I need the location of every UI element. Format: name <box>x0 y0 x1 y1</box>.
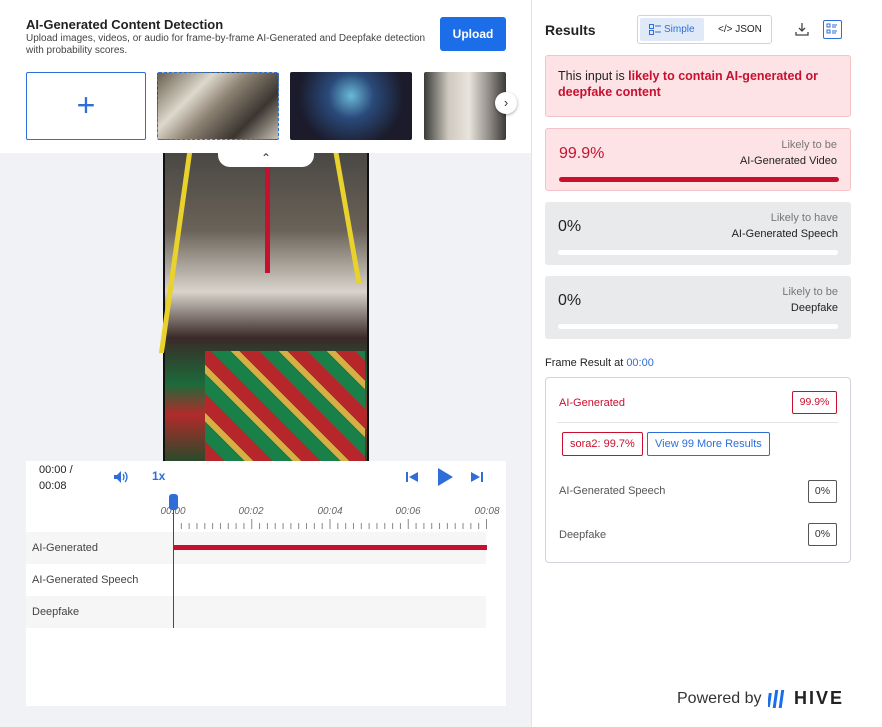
view-more-results-button[interactable]: View 99 More Results <box>647 432 770 456</box>
score-value: 0% <box>558 218 582 235</box>
media-thumbnail-selected[interactable] <box>157 72 279 140</box>
frame-result-title: Frame Result at 00:00 <box>545 357 654 369</box>
score-category: Deepfake <box>790 302 838 314</box>
download-icon[interactable] <box>795 22 809 36</box>
frame-deepfake-score: 0% <box>808 523 837 546</box>
frame-ai-score: 99.9% <box>792 391 837 414</box>
media-thumbnail[interactable] <box>290 72 412 140</box>
score-bar-track <box>558 324 838 329</box>
score-card-ai-video: 99.9% Likely to be AI-Generated Video <box>545 128 851 191</box>
page-subtitle: Upload images, videos, or audio for fram… <box>26 33 426 56</box>
time-readout: 00:00 / 00:08 <box>39 462 73 494</box>
add-media-tile[interactable]: + <box>26 72 146 140</box>
ai-generated-track-bar <box>173 545 487 550</box>
score-category: AI-Generated Speech <box>731 228 838 240</box>
chevron-up-icon[interactable]: ⌃ <box>218 151 314 167</box>
hive-logo: HIVE <box>768 688 846 710</box>
chevron-right-icon[interactable]: › <box>495 92 517 114</box>
score-caption: Likely to be <box>782 286 838 298</box>
track-label-deepfake: Deepfake <box>32 606 80 618</box>
score-bar-fill <box>559 177 839 182</box>
frame-divider <box>557 422 838 423</box>
list-icon <box>649 24 661 35</box>
track-label-ai-speech: AI-Generated Speech <box>32 574 139 586</box>
results-title: Results <box>545 22 596 38</box>
skip-forward-icon[interactable] <box>470 470 484 484</box>
score-value: 99.9% <box>559 145 605 162</box>
frame-time[interactable]: 00:00 <box>626 357 654 369</box>
track-label-ai-generated: AI-Generated <box>32 542 99 554</box>
hive-logo-mark <box>768 690 785 708</box>
frame-deepfake-label: Deepfake <box>559 529 607 541</box>
hive-brand-text: HIVE <box>794 688 845 708</box>
volume-icon[interactable] <box>113 470 129 484</box>
powered-by-text: Powered by <box>677 690 762 707</box>
model-score-chip: sora2: 99.7% <box>562 432 643 456</box>
score-category: AI-Generated Video <box>739 155 837 167</box>
frame-ai-label: AI-Generated <box>559 397 626 409</box>
score-value: 0% <box>558 292 582 309</box>
score-bar-track <box>559 177 839 182</box>
verdict-alert: This input is likely to contain AI-gener… <box>545 55 851 117</box>
video-detail <box>265 153 270 273</box>
score-caption: Likely to have <box>770 212 838 224</box>
timeline-ruler[interactable] <box>173 505 487 529</box>
verdict-prefix: This input is <box>558 69 629 83</box>
pane-divider <box>531 0 532 727</box>
current-time: 00:00 / <box>39 464 73 476</box>
score-card-deepfake: 0% Likely to be Deepfake <box>545 276 851 339</box>
frame-speech-label: AI-Generated Speech <box>559 485 666 497</box>
score-bar-track <box>558 250 838 255</box>
playback-speed[interactable]: 1x <box>152 469 165 483</box>
video-detail <box>205 351 365 461</box>
view-json-tab[interactable]: </> JSON <box>718 18 762 41</box>
total-time: 00:08 <box>39 480 67 492</box>
score-caption: Likely to be <box>781 139 837 151</box>
upload-button[interactable]: Upload <box>440 17 506 51</box>
video-preview[interactable] <box>158 153 369 461</box>
skip-back-icon[interactable] <box>405 470 419 484</box>
plus-icon: + <box>76 87 96 123</box>
video-detail <box>158 153 193 353</box>
view-simple-tab[interactable]: Simple <box>640 18 704 41</box>
frame-speech-score: 0% <box>808 480 837 503</box>
score-card-ai-speech: 0% Likely to have AI-Generated Speech <box>545 202 851 265</box>
timeline-scrubber-handle[interactable] <box>169 494 178 510</box>
view-simple-label: Simple <box>664 24 695 35</box>
media-thumbnail[interactable] <box>424 72 506 140</box>
frame-title-text: Frame Result at <box>545 357 624 369</box>
play-icon[interactable] <box>436 467 454 487</box>
report-icon[interactable] <box>823 20 842 39</box>
track-row <box>26 596 486 628</box>
video-detail <box>333 153 362 283</box>
page-title: AI-Generated Content Detection <box>26 17 224 32</box>
report-glyph <box>826 23 837 34</box>
playhead-line <box>173 510 174 628</box>
